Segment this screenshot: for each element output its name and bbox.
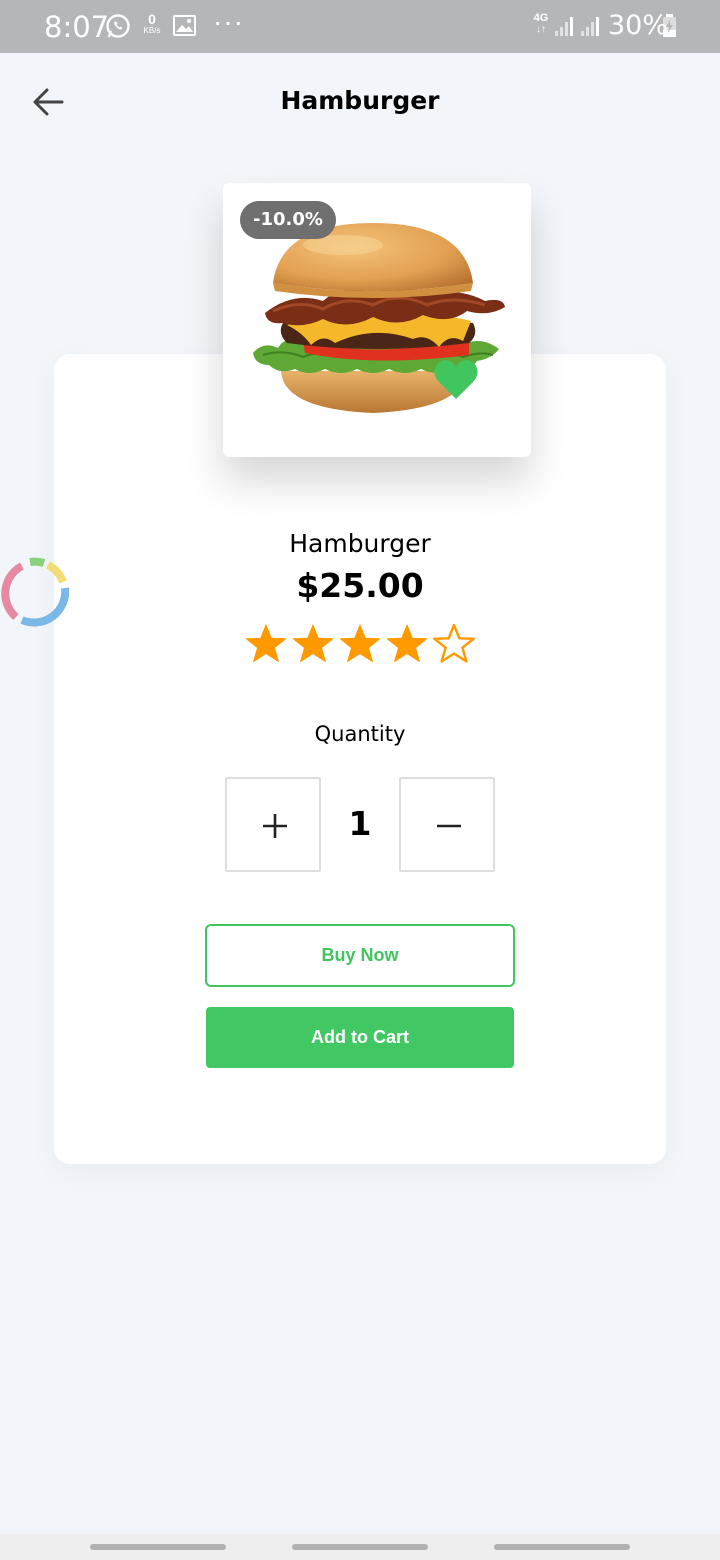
minus-icon xyxy=(437,824,461,828)
star-filled-icon[interactable] xyxy=(245,623,287,665)
buy-now-button[interactable]: Buy Now xyxy=(205,924,515,987)
system-navigation-bar xyxy=(0,1534,720,1560)
increment-quantity-button[interactable] xyxy=(225,777,321,872)
discount-badge: -10.0% xyxy=(240,201,336,239)
network-type-label: 4G xyxy=(533,12,549,24)
star-outline-icon[interactable] xyxy=(433,623,475,665)
favorite-button[interactable] xyxy=(432,357,480,401)
product-name: Hamburger xyxy=(289,529,431,558)
add-to-cart-button[interactable]: Add to Cart xyxy=(206,1007,514,1068)
star-filled-icon[interactable] xyxy=(386,623,428,665)
nav-back[interactable] xyxy=(494,1544,630,1550)
battery-percent: 30% xyxy=(608,10,669,41)
star-rating[interactable] xyxy=(245,623,475,669)
more-notifications-indicator: ··· xyxy=(213,6,244,37)
star-filled-icon[interactable] xyxy=(339,623,381,665)
product-price: $25.00 xyxy=(296,566,424,605)
whatsapp-icon xyxy=(106,14,130,38)
nav-recent-apps[interactable] xyxy=(90,1544,226,1550)
data-arrows-icon: ↓↑ xyxy=(536,24,546,35)
star-filled-icon[interactable] xyxy=(292,623,334,665)
page-title: Hamburger xyxy=(280,86,440,115)
net-speed-unit: KB/s xyxy=(143,26,161,35)
status-bar: 8:07 0 KB/s ··· 4G ↓↑ 30% xyxy=(0,0,720,53)
quantity-label: Quantity xyxy=(314,722,406,746)
net-speed-value: 0 xyxy=(148,11,156,27)
decrement-quantity-button[interactable] xyxy=(399,777,495,872)
signal-icon xyxy=(581,17,599,36)
quantity-value: 1 xyxy=(348,804,372,843)
battery-charging-icon xyxy=(663,14,676,37)
loading-spinner-icon xyxy=(1,557,70,627)
net-speed: 0 KB/s xyxy=(140,12,164,36)
plus-icon xyxy=(263,814,287,838)
network-type: 4G ↓↑ xyxy=(532,12,550,36)
gallery-icon xyxy=(173,15,196,36)
product-image-panel: -10.0% xyxy=(223,183,531,457)
nav-home[interactable] xyxy=(292,1544,428,1550)
signal-icon xyxy=(555,17,573,36)
status-time: 8:07 xyxy=(44,10,110,44)
heart-icon xyxy=(434,360,478,399)
